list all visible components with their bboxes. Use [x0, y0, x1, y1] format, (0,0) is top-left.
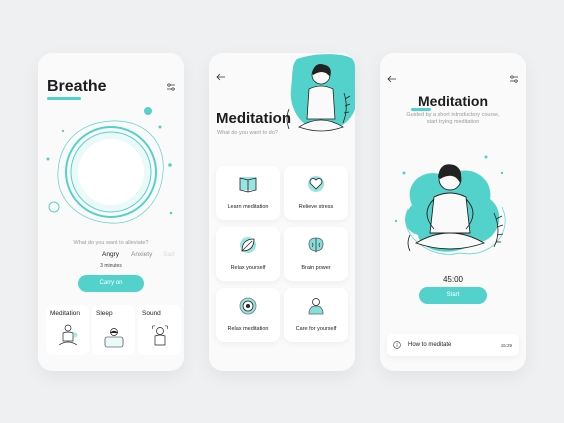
menu-card-relax-meditation[interactable]: Relax meditation [216, 288, 280, 342]
filter-icon[interactable] [509, 75, 519, 83]
listening-person-icon [152, 325, 168, 346]
menu-card-label: Learn meditation [227, 204, 269, 210]
page-title: Meditation [418, 93, 488, 109]
page-title: Breathe [47, 78, 107, 95]
track-item[interactable]: How to meditate 15:29 [387, 334, 519, 356]
category-card-meditation[interactable]: Meditation [46, 305, 89, 355]
menu-card-label: Relax meditation [227, 326, 269, 332]
brain-icon [308, 237, 324, 253]
alleviate-question: What do you want to alleviate? [73, 240, 149, 246]
menu-card-label: Relax yourself [230, 265, 266, 271]
meditation-header-illustration [286, 54, 355, 132]
meditation-menu-screen: Meditation What do you want to do? Learn… [209, 53, 355, 371]
meditating-person-icon [58, 324, 78, 346]
info-icon [393, 341, 401, 349]
leaf-icon [240, 237, 256, 253]
mood-option-angry[interactable]: Angry [102, 251, 119, 258]
menu-card-care-for-yourself[interactable]: Care for yourself [284, 288, 348, 342]
menu-card-relax-yourself[interactable]: Relax yourself [216, 227, 280, 281]
session-description-line2: start trying meditation [426, 119, 480, 125]
mood-option-sad[interactable]: Sad [163, 251, 175, 258]
target-icon [239, 297, 257, 315]
duration-label: 3 minutes [100, 263, 122, 269]
meditation-session-screen: Meditation Guided by a short introductor… [380, 53, 526, 371]
start-button[interactable]: Start [419, 287, 487, 304]
title-underline [47, 97, 81, 100]
menu-card-relieve-stress[interactable]: Relieve stress [284, 166, 348, 220]
mood-option-anxiety[interactable]: Anxiety [131, 251, 152, 258]
menu-card-brain-power[interactable]: Brain power [284, 227, 348, 281]
breathe-screen: Breathe What do you want to alleviate? A… [38, 53, 184, 371]
back-arrow-icon[interactable] [387, 75, 397, 83]
track-duration: 15:29 [500, 343, 512, 348]
sleeping-person-icon [104, 328, 124, 348]
filter-icon[interactable] [166, 83, 176, 91]
meditating-person-illustration [394, 155, 506, 255]
title-underline [411, 108, 431, 111]
breathing-circle-illustration [46, 107, 173, 224]
page-title: Meditation [216, 110, 291, 127]
category-label: Sleep [96, 310, 113, 317]
carry-on-button[interactable]: Carry on [78, 275, 144, 292]
book-icon [239, 177, 257, 193]
back-arrow-icon[interactable] [216, 73, 226, 81]
menu-card-label: Relieve stress [298, 204, 334, 210]
category-card-sound[interactable]: Sound [138, 305, 181, 355]
timer-display: 45:00 [442, 275, 464, 284]
person-icon [308, 298, 324, 315]
category-label: Meditation [50, 310, 80, 317]
session-description-line1: Guided by a short introductory course, [406, 112, 500, 118]
category-label: Sound [142, 310, 161, 317]
category-card-sleep[interactable]: Sleep [92, 305, 135, 355]
track-title: How to meditate [408, 342, 452, 348]
menu-card-learn-meditation[interactable]: Learn meditation [216, 166, 280, 220]
heart-icon [308, 176, 324, 192]
menu-card-label: Care for yourself [295, 326, 337, 332]
menu-card-label: Brain power [301, 265, 331, 271]
page-subtitle: What do you want to do? [217, 130, 278, 136]
